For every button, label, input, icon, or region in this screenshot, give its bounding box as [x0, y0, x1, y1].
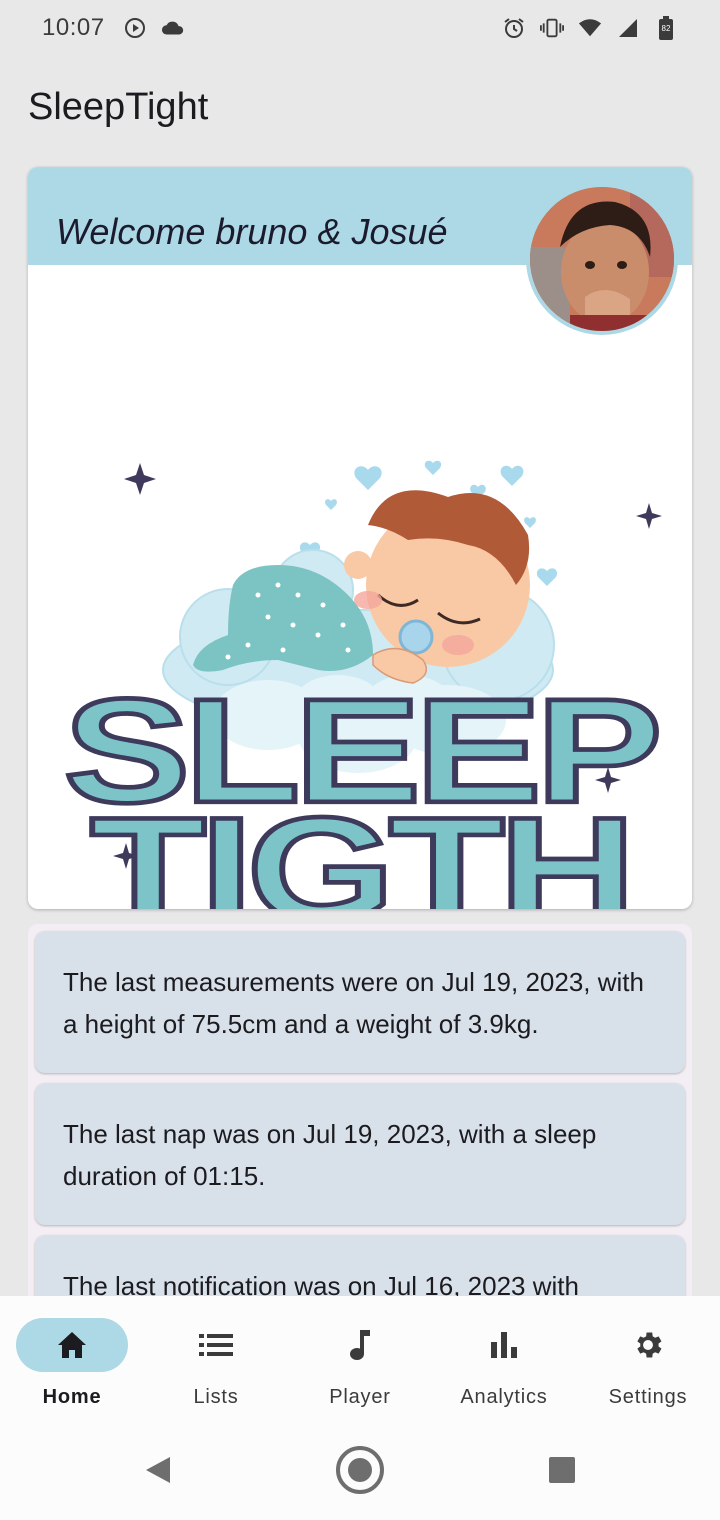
status-bar: 10:07 82 — [0, 0, 720, 56]
notification-card[interactable]: The last notification was on Jul 16, 202… — [35, 1235, 685, 1296]
logo-word-tigth: TIGTH — [90, 787, 630, 909]
music-note-icon — [350, 1330, 370, 1360]
notification-text: The last notification was on Jul 16, 202… — [63, 1271, 579, 1296]
home-icon — [58, 1332, 86, 1358]
home-circle-icon[interactable] — [334, 1444, 386, 1496]
gear-icon — [637, 1332, 662, 1358]
welcome-text: Welcome bruno & Josué — [56, 211, 448, 252]
bottom-navigation: Home Lists Player Analytics Settings — [0, 1296, 720, 1420]
sleep-tight-illustration: SLEEP TIGTH — [61, 460, 665, 909]
nap-card[interactable]: The last nap was on Jul 19, 2023, with a… — [35, 1083, 685, 1225]
nav-item-player[interactable]: Player — [288, 1296, 432, 1420]
nav-item-analytics[interactable]: Analytics — [432, 1296, 576, 1420]
nav-item-home[interactable]: Home — [0, 1296, 144, 1420]
cell-signal-icon — [616, 16, 640, 40]
info-list[interactable]: The last measurements were on Jul 19, 20… — [28, 924, 692, 1296]
app-title: SleepTight — [28, 86, 209, 128]
vibrate-icon — [540, 16, 564, 40]
welcome-card: Welcome bruno & Josué SLEEP TIGTH — [28, 167, 692, 909]
nav-item-lists[interactable]: Lists — [144, 1296, 288, 1420]
nap-text: The last nap was on Jul 19, 2023, with a… — [63, 1119, 597, 1191]
cloud-icon — [161, 16, 185, 40]
measurements-card[interactable]: The last measurements were on Jul 19, 20… — [35, 931, 685, 1073]
nav-item-settings[interactable]: Settings — [576, 1296, 720, 1420]
wifi-icon — [578, 16, 602, 40]
alarm-icon — [502, 16, 526, 40]
nav-label-lists: Lists — [193, 1386, 239, 1408]
battery-icon: 82 — [654, 16, 678, 40]
battery-level: 82 — [661, 24, 671, 33]
play-circle-icon — [123, 16, 147, 40]
measurements-text: The last measurements were on Jul 19, 20… — [63, 967, 644, 1039]
list-icon — [199, 1334, 233, 1356]
recents-icon[interactable] — [536, 1444, 588, 1496]
nav-label-settings: Settings — [608, 1386, 688, 1408]
avatar[interactable] — [526, 183, 678, 335]
nav-label-analytics: Analytics — [460, 1386, 548, 1408]
status-time: 10:07 — [42, 14, 105, 41]
nav-label-home: Home — [42, 1386, 102, 1408]
nav-label-player: Player — [329, 1386, 391, 1408]
bar-chart-icon — [491, 1332, 517, 1358]
system-navigation — [0, 1420, 720, 1520]
back-icon[interactable] — [132, 1444, 184, 1496]
